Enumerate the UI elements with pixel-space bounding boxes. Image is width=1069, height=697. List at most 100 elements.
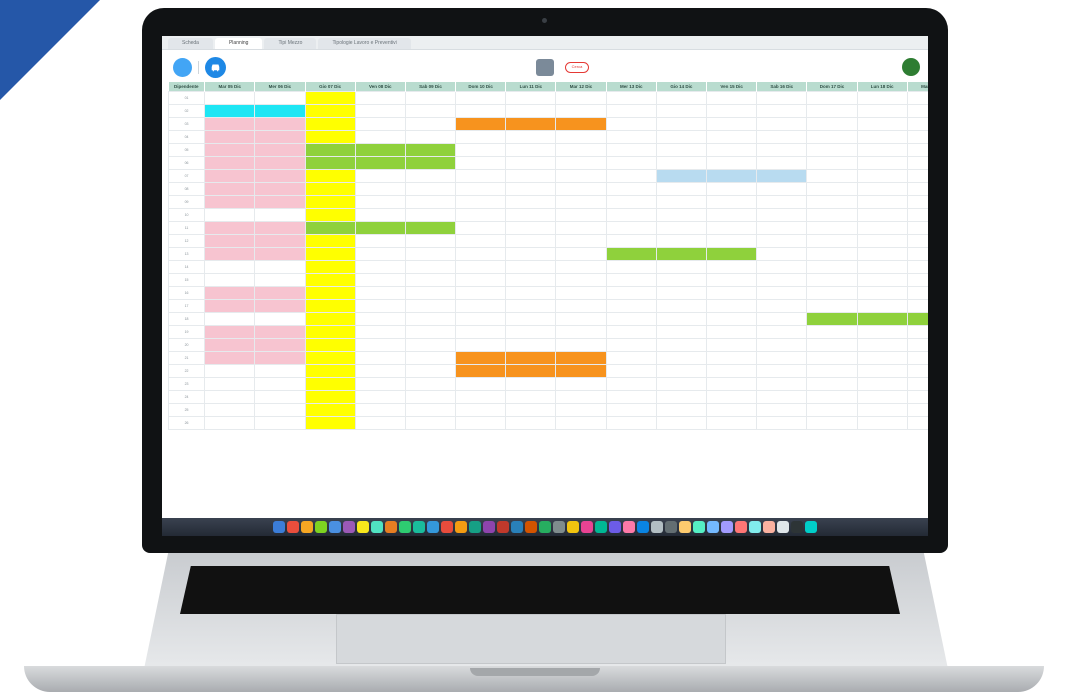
- grid-cell[interactable]: [254, 298, 306, 313]
- grid-cell[interactable]: [756, 311, 808, 326]
- grid-cell[interactable]: [404, 350, 457, 365]
- grid-cell[interactable]: [806, 272, 858, 287]
- grid-cell[interactable]: [455, 168, 507, 183]
- grid-cell[interactable]: [204, 194, 256, 209]
- grid-cell[interactable]: [354, 90, 406, 105]
- grid-cell[interactable]: [655, 194, 708, 209]
- grid-cell[interactable]: [705, 389, 758, 404]
- grid-cell[interactable]: [354, 298, 406, 313]
- grid-cell[interactable]: [254, 207, 306, 222]
- grid-cell[interactable]: [705, 376, 758, 391]
- grid-cell[interactable]: [856, 259, 908, 274]
- grid-cell[interactable]: [254, 311, 306, 326]
- grid-cell[interactable]: [605, 194, 657, 209]
- grid-cell[interactable]: [605, 402, 657, 417]
- grid-cell[interactable]: [856, 116, 908, 131]
- grid-cell[interactable]: [505, 285, 557, 300]
- dock-app-icon[interactable]: [343, 521, 355, 533]
- grid-cell[interactable]: [856, 181, 908, 196]
- grid-cell[interactable]: [906, 233, 928, 248]
- grid-cell[interactable]: [806, 233, 858, 248]
- grid-cell[interactable]: [756, 233, 808, 248]
- grid-cell[interactable]: [655, 272, 708, 287]
- grid-cell[interactable]: [354, 129, 406, 144]
- grid-cell[interactable]: [505, 194, 557, 209]
- grid-cell[interactable]: [655, 298, 708, 313]
- grid-cell[interactable]: [354, 272, 406, 287]
- grid-cell[interactable]: [856, 220, 908, 235]
- grid-cell[interactable]: [254, 181, 306, 196]
- grid-cell[interactable]: [404, 233, 457, 248]
- grid-cell[interactable]: [304, 324, 356, 339]
- grid-cell[interactable]: [354, 324, 406, 339]
- grid-cell[interactable]: [254, 155, 306, 170]
- grid-cell[interactable]: [505, 90, 557, 105]
- grid-cell[interactable]: [655, 181, 708, 196]
- header-day[interactable]: Lun 18 Dic: [857, 82, 908, 91]
- grid-cell[interactable]: [354, 285, 406, 300]
- grid-cell[interactable]: [404, 103, 457, 118]
- header-day[interactable]: Ven 08 Dic: [355, 82, 406, 91]
- grid-cell[interactable]: [555, 285, 607, 300]
- grid-cell[interactable]: [204, 337, 256, 352]
- grid-cell[interactable]: [705, 350, 758, 365]
- grid-cell[interactable]: [705, 207, 758, 222]
- grid-cell[interactable]: [756, 103, 808, 118]
- grid-cell[interactable]: [304, 389, 356, 404]
- grid-cell[interactable]: [705, 103, 758, 118]
- grid-cell[interactable]: [906, 324, 928, 339]
- dock-app-icon[interactable]: [497, 521, 509, 533]
- grid-cell[interactable]: [806, 194, 858, 209]
- grid-cell[interactable]: [856, 194, 908, 209]
- grid-cell[interactable]: [254, 337, 306, 352]
- grid-cell[interactable]: [304, 363, 356, 378]
- grid-cell[interactable]: [404, 389, 457, 404]
- grid-cell[interactable]: [354, 350, 406, 365]
- grid-cell[interactable]: [856, 207, 908, 222]
- grid-cell[interactable]: [404, 298, 457, 313]
- grid-cell[interactable]: [756, 220, 808, 235]
- header-day[interactable]: Dom 10 Dic: [455, 82, 507, 91]
- grid-cell[interactable]: [605, 259, 657, 274]
- search-button[interactable]: Cerca: [565, 62, 589, 73]
- grid-cell[interactable]: [304, 220, 356, 235]
- header-day[interactable]: Lun 11 Dic: [505, 82, 557, 91]
- grid-cell[interactable]: [254, 259, 306, 274]
- grid-cell[interactable]: [455, 350, 507, 365]
- grid-cell[interactable]: [906, 363, 928, 378]
- grid-cell[interactable]: [756, 259, 808, 274]
- grid-cell[interactable]: [605, 363, 657, 378]
- grid-cell[interactable]: [455, 298, 507, 313]
- grid-cell[interactable]: [756, 246, 808, 261]
- grid-cell[interactable]: [254, 389, 306, 404]
- grid-cell[interactable]: [204, 350, 256, 365]
- grid-cell[interactable]: [605, 90, 657, 105]
- grid-cell[interactable]: [756, 402, 808, 417]
- dock-app-icon[interactable]: [273, 521, 285, 533]
- dock-app-icon[interactable]: [665, 521, 677, 533]
- grid-cell[interactable]: [254, 415, 306, 430]
- dock-app-icon[interactable]: [539, 521, 551, 533]
- grid-cell[interactable]: [756, 363, 808, 378]
- grid-cell[interactable]: [856, 155, 908, 170]
- grid-cell[interactable]: [906, 220, 928, 235]
- dock-app-icon[interactable]: [763, 521, 775, 533]
- grid-cell[interactable]: [254, 402, 306, 417]
- grid-cell[interactable]: [354, 181, 406, 196]
- grid-cell[interactable]: [806, 142, 858, 157]
- grid-cell[interactable]: [204, 103, 256, 118]
- grid-cell[interactable]: [254, 220, 306, 235]
- grid-cell[interactable]: [555, 116, 607, 131]
- grid-cell[interactable]: [455, 155, 507, 170]
- grid-cell[interactable]: [906, 142, 928, 157]
- grid-cell[interactable]: [655, 311, 708, 326]
- grid-cell[interactable]: [555, 389, 607, 404]
- grid-cell[interactable]: [756, 168, 808, 183]
- grid-cell[interactable]: [906, 376, 928, 391]
- grid-cell[interactable]: [455, 116, 507, 131]
- grid-cell[interactable]: [505, 376, 557, 391]
- grid-cell[interactable]: [254, 324, 306, 339]
- grid-cell[interactable]: [304, 402, 356, 417]
- dock-app-icon[interactable]: [637, 521, 649, 533]
- grid-cell[interactable]: [605, 337, 657, 352]
